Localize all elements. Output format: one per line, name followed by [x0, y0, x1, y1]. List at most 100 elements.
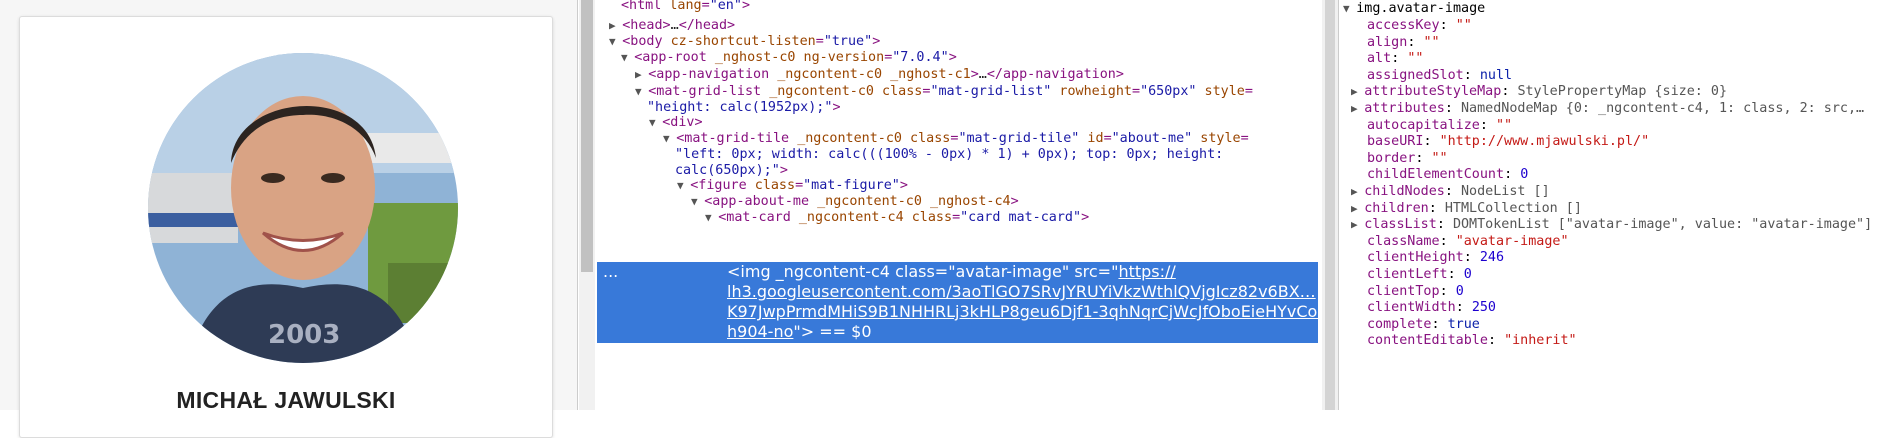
- node-token: style: [1192, 131, 1241, 146]
- property-value: "inherit": [1504, 333, 1577, 349]
- elements-panel: <html lang="en"> ▶ <head>…</head> ▼ <body …: [597, 0, 1322, 410]
- collapse-arrow-icon[interactable]: ▼: [635, 85, 648, 98]
- node-token: =: [1103, 131, 1112, 146]
- property-key: childNodes: [1364, 184, 1445, 199]
- node-token: "7.0.4": [892, 50, 949, 65]
- property-separator: :: [1415, 150, 1432, 166]
- collapse-arrow-icon[interactable]: ▼: [609, 35, 622, 48]
- expand-arrow-icon[interactable]: ▶: [1351, 202, 1364, 215]
- node-token: =: [1244, 84, 1253, 99]
- node-token: =: [815, 34, 824, 49]
- expand-arrow-icon[interactable]: ▶: [1351, 185, 1364, 198]
- collapse-arrow-icon[interactable]: ▼: [1343, 2, 1356, 15]
- property-value: 250: [1471, 300, 1496, 316]
- node-token: =: [1240, 131, 1249, 146]
- property-separator: :: [1444, 101, 1461, 116]
- page-scrollbar-thumb[interactable]: [581, 0, 593, 272]
- node-token: "650px": [1140, 84, 1197, 99]
- node-token: <html: [621, 0, 670, 13]
- property-key: border: [1367, 150, 1416, 166]
- node-token: <head>: [622, 18, 671, 33]
- node-token: id: [1079, 131, 1104, 146]
- expand-arrow-icon[interactable]: ▶: [635, 68, 648, 81]
- node-token: "left: 0px; width: calc(((100% - 0px) * …: [675, 147, 1224, 162]
- node-token: _ngcontent-c0 class: [797, 131, 951, 146]
- collapse-arrow-icon[interactable]: ▼: [649, 116, 662, 129]
- property-key: clientHeight: [1367, 250, 1464, 266]
- property-value: DOMTokenList ["avatar-image", value: "av…: [1452, 217, 1873, 233]
- expand-arrow-icon[interactable]: ▶: [609, 19, 622, 32]
- collapse-arrow-icon[interactable]: ▼: [677, 179, 690, 192]
- property-value: "": [1496, 117, 1513, 133]
- property-value: StylePropertyMap {size: 0}: [1517, 84, 1728, 100]
- property-key: children: [1364, 200, 1429, 216]
- property-separator: :: [1501, 84, 1518, 100]
- property-value: HTMLCollection []: [1444, 200, 1582, 216]
- property-separator: :: [1391, 51, 1408, 67]
- node-token: _nghost-c0 ng-version: [714, 50, 885, 65]
- property-separator: :: [1444, 184, 1461, 199]
- property-separator: :: [1439, 18, 1456, 33]
- property-value: null: [1479, 67, 1513, 83]
- expand-arrow-icon[interactable]: ▶: [1351, 85, 1364, 98]
- collapse-arrow-icon[interactable]: ▼: [691, 195, 704, 208]
- node-token: <mat-grid-list: [648, 84, 770, 99]
- avatar-image[interactable]: 2003: [148, 53, 458, 363]
- selected-node-line-1: <img _ngcontent-c4 class="avatar-image" …: [727, 262, 1176, 282]
- node-token: class: [754, 178, 796, 193]
- node-token: "mat-grid-tile": [958, 131, 1080, 146]
- property-row[interactable]: contentEditable: "inherit": [1367, 331, 1577, 351]
- property-key: attributeStyleMap: [1364, 84, 1502, 100]
- panel-divider[interactable]: [577, 0, 578, 410]
- node-token: <figure: [690, 178, 755, 193]
- expand-arrow-icon[interactable]: ▶: [1351, 218, 1364, 231]
- profile-card: 2003 MICHAŁ JAWULSKI: [19, 16, 553, 438]
- src-link-line-2[interactable]: lh3.googleusercontent.com/3aoTlGO7SRvJYR…: [727, 282, 1316, 302]
- node-token: >: [948, 50, 957, 65]
- node-token: "about-me": [1111, 131, 1193, 146]
- src-link-end[interactable]: h904-no: [727, 322, 793, 341]
- collapse-arrow-icon[interactable]: ▼: [663, 132, 676, 145]
- properties-header-label: img.avatar-image: [1356, 1, 1486, 16]
- selected-marker: "> == $0: [793, 322, 872, 341]
- src-link-start[interactable]: https://: [1118, 262, 1175, 281]
- dom-node-line[interactable]: ▼ <mat-card _ngcontent-c4 class="card ma…: [705, 208, 1089, 228]
- property-key: clientWidth: [1367, 300, 1456, 316]
- node-token: <body: [622, 34, 671, 49]
- node-token: "mat-figure": [803, 178, 900, 193]
- node-token: </app-navigation>: [986, 67, 1124, 82]
- node-token: =: [952, 210, 961, 225]
- src-link-line-3[interactable]: K97JwpPrmdMHiS9B1NHHRLj3kHLP8geu6Djf1-3q…: [727, 302, 1380, 322]
- property-key: contentEditable: [1367, 333, 1488, 349]
- property-value: NamedNodeMap {0: _ngcontent-c4, 1: class…: [1461, 101, 1865, 116]
- property-separator: :: [1439, 233, 1456, 249]
- property-value: "": [1431, 150, 1448, 166]
- node-token: …: [670, 18, 679, 33]
- node-token: "mat-grid-list": [930, 84, 1052, 99]
- node-token: _ngcontent-c0 class: [769, 84, 923, 99]
- property-separator: :: [1463, 250, 1480, 266]
- node-token: >: [741, 0, 750, 13]
- property-value: 0: [1520, 167, 1529, 183]
- dom-node-line[interactable]: <html lang="en">: [621, 0, 750, 16]
- elements-scrollbar-thumb[interactable]: [1325, 0, 1335, 410]
- node-token: </head>: [678, 18, 736, 33]
- node-menu-dots[interactable]: ...: [603, 262, 618, 282]
- property-key: assignedSlot: [1367, 67, 1464, 83]
- node-token: _ngcontent-c4 class: [798, 210, 953, 225]
- property-value: "": [1407, 51, 1424, 67]
- collapse-arrow-icon[interactable]: ▼: [705, 211, 718, 224]
- node-token: _ngcontent-c0 _nghost-c1: [777, 67, 971, 82]
- expand-arrow-icon[interactable]: ▶: [1351, 102, 1364, 115]
- node-token: _ngcontent-c0 _nghost-c4: [817, 194, 1011, 209]
- node-token: =: [795, 178, 804, 193]
- selected-node-row[interactable]: ... <img _ngcontent-c4 class="avatar-ima…: [597, 262, 1380, 343]
- property-key: autocapitalize: [1367, 117, 1480, 133]
- node-token: >: [872, 34, 881, 49]
- collapse-arrow-icon[interactable]: ▼: [621, 51, 634, 64]
- page-preview: 2003 MICHAŁ JAWULSKI: [0, 0, 577, 438]
- node-token: >: [899, 178, 908, 193]
- node-token: lang: [669, 0, 702, 13]
- node-token: rowheight: [1051, 84, 1132, 99]
- property-value: 0: [1455, 283, 1464, 299]
